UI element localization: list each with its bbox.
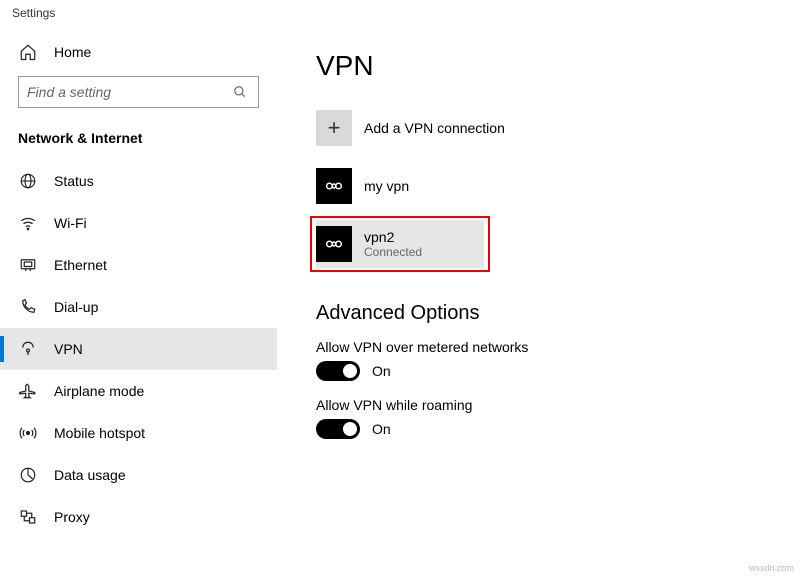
sidebar-item-label: VPN (54, 341, 83, 357)
sidebar-item-status[interactable]: Status (0, 160, 277, 202)
watermark: wsxdn.com (749, 563, 794, 573)
search-icon (230, 82, 250, 102)
add-vpn-label: Add a VPN connection (364, 120, 505, 136)
proxy-icon (18, 507, 38, 527)
plus-icon: + (316, 110, 352, 146)
sidebar-item-label: Wi-Fi (54, 215, 87, 231)
sidebar-section-title: Network & Internet (0, 112, 277, 154)
sidebar-item-label: Dial-up (54, 299, 98, 315)
page-title: VPN (316, 50, 770, 82)
sidebar-home[interactable]: Home (0, 32, 277, 76)
sidebar-home-label: Home (54, 44, 91, 60)
sidebar-item-hotspot[interactable]: Mobile hotspot (0, 412, 277, 454)
wifi-icon (18, 213, 38, 233)
vpn-connection-name: my vpn (364, 178, 409, 194)
vpn-icon (18, 339, 38, 359)
sidebar-item-label: Airplane mode (54, 383, 144, 399)
sidebar-item-wifi[interactable]: Wi-Fi (0, 202, 277, 244)
vpn-connection-name: vpn2 (364, 229, 422, 245)
add-vpn-button[interactable]: + Add a VPN connection (316, 104, 736, 152)
dialup-icon (18, 297, 38, 317)
sidebar-item-label: Ethernet (54, 257, 107, 273)
window-title: Settings (0, 0, 800, 32)
sidebar-item-label: Mobile hotspot (54, 425, 145, 441)
sidebar-item-datausage[interactable]: Data usage (0, 454, 277, 496)
sidebar-item-label: Status (54, 173, 94, 189)
toggle-state: On (372, 363, 391, 379)
home-icon (18, 42, 38, 62)
airplane-icon (18, 381, 38, 401)
vpn-connection-item[interactable]: my vpn (316, 162, 736, 210)
option-label: Allow VPN while roaming (316, 397, 770, 413)
main-panel: VPN + Add a VPN connection my vpn vpn2 C… (278, 32, 800, 577)
sidebar-item-dialup[interactable]: Dial-up (0, 286, 277, 328)
hotspot-icon (18, 423, 38, 443)
highlight-annotation: vpn2 Connected (310, 216, 490, 272)
sidebar-item-vpn[interactable]: VPN (0, 328, 277, 370)
search-box[interactable] (18, 76, 259, 108)
vpn-connection-item[interactable]: vpn2 Connected (316, 220, 484, 268)
status-icon (18, 171, 38, 191)
sidebar-item-label: Data usage (54, 467, 126, 483)
sidebar-item-proxy[interactable]: Proxy (0, 496, 277, 538)
vpn-connection-status: Connected (364, 245, 422, 259)
vpn-connection-icon (316, 226, 352, 262)
sidebar-item-airplane[interactable]: Airplane mode (0, 370, 277, 412)
sidebar-item-label: Proxy (54, 509, 90, 525)
datausage-icon (18, 465, 38, 485)
search-input[interactable] (27, 84, 230, 100)
sidebar-item-ethernet[interactable]: Ethernet (0, 244, 277, 286)
roaming-toggle[interactable] (316, 419, 360, 439)
metered-toggle[interactable] (316, 361, 360, 381)
ethernet-icon (18, 255, 38, 275)
sidebar: Home Network & Internet Status (0, 32, 278, 577)
option-label: Allow VPN over metered networks (316, 339, 770, 355)
vpn-connection-icon (316, 168, 352, 204)
advanced-options-heading: Advanced Options (316, 302, 770, 325)
toggle-state: On (372, 421, 391, 437)
